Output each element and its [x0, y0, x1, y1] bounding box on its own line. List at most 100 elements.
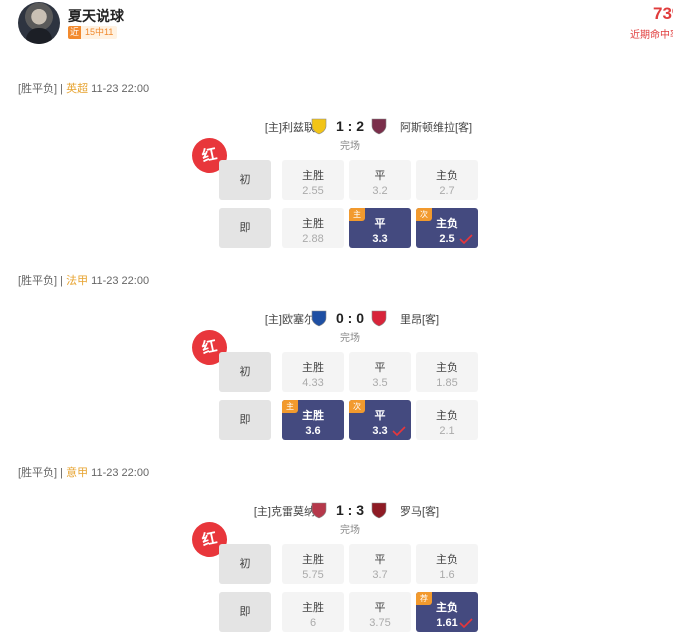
pick-badge: 主: [282, 400, 298, 413]
odds-cell-initial[interactable]: 主负 1.85: [416, 352, 478, 392]
match-header: [胜平负] | 意甲 11-23 22:00: [18, 467, 150, 479]
match-status: 完场: [340, 141, 360, 152]
odds-cell-current[interactable]: 主主胜 3.6: [282, 400, 344, 440]
odds-cell-initial[interactable]: 主负 2.7: [416, 160, 478, 200]
odds-option-label: 主负: [436, 362, 458, 374]
league-name[interactable]: 意甲: [66, 467, 88, 479]
match-card[interactable]: [胜平负] | 英超 11-23 22:00 [主]利兹联 1 : 2 阿斯顿维拉[客…: [0, 80, 673, 272]
odds-option-label: 主胜: [302, 602, 324, 614]
odds-value: 2.55: [302, 185, 324, 197]
row-label-current: 即: [219, 208, 271, 248]
author-name[interactable]: 夏天说球: [68, 6, 124, 26]
row-label-initial: 初: [219, 160, 271, 200]
odds-cell-current[interactable]: 主负 2.1: [416, 400, 478, 440]
odds-option-label: 主胜: [302, 218, 324, 230]
home-team[interactable]: [主]利兹联: [265, 119, 315, 135]
away-team[interactable]: 罗马[客]: [400, 503, 439, 519]
row-label-initial: 初: [219, 544, 271, 584]
bet-type: [胜平负]: [18, 83, 58, 95]
odds-value: 3.7: [372, 569, 388, 581]
odds-cell-initial[interactable]: 主负 1.6: [416, 544, 478, 584]
home-team-logo-icon: [311, 502, 327, 519]
pick-badge: 主: [349, 208, 365, 221]
league-name[interactable]: 英超: [66, 83, 88, 95]
match-status: 完场: [340, 525, 360, 536]
record-value: 15中11: [81, 26, 118, 39]
odds-cell-initial[interactable]: 主胜 4.33: [282, 352, 344, 392]
score: 0 : 0: [335, 310, 364, 326]
odds-value: 5.75: [302, 569, 324, 581]
odds-cell-current[interactable]: 主平 3.3: [349, 208, 411, 248]
away-team-logo-icon: [371, 118, 387, 135]
odds-option-label: 主负: [436, 170, 458, 182]
away-team[interactable]: 里昂[客]: [400, 311, 439, 327]
avatar[interactable]: [18, 2, 60, 44]
odds-option-label: 主胜: [302, 362, 324, 374]
match-card[interactable]: [胜平负] | 法甲 11-23 22:00 [主]欧塞尔 0 : 0 里昂[客] 完场…: [0, 272, 673, 464]
match-time: 11-23 22:00: [91, 275, 150, 287]
odds-value: 1.6: [439, 569, 455, 581]
odds-cell-initial[interactable]: 主胜 2.55: [282, 160, 344, 200]
teams-row: [主]克雷莫纳 1 : 3 罗马[客] 完场: [230, 501, 490, 536]
odds-value: 3.2: [372, 185, 388, 197]
match-time: 11-23 22:00: [91, 83, 150, 95]
home-team-logo-icon: [311, 118, 327, 135]
odds-cell-current[interactable]: 主胜 2.88: [282, 208, 344, 248]
away-team-logo-icon: [371, 310, 387, 327]
odds-value: 6: [309, 617, 317, 629]
home-team[interactable]: [主]克雷莫纳: [254, 503, 315, 519]
pick-badge: 荐: [416, 592, 432, 605]
record-tag-label: 近: [68, 26, 82, 39]
match-status: 完场: [340, 333, 360, 344]
home-team[interactable]: [主]欧塞尔: [265, 311, 315, 327]
match-time: 11-23 22:00: [91, 467, 150, 479]
match-header: [胜平负] | 英超 11-23 22:00: [18, 83, 150, 95]
odds-value: 2.7: [439, 185, 455, 197]
odds-option-label: 平: [374, 362, 386, 374]
odds-value: 1.85: [436, 377, 458, 389]
odds-option-label: 平: [374, 554, 386, 566]
odds-option-label: 主负: [436, 410, 458, 422]
row-label-current: 即: [219, 592, 271, 632]
odds-cell-current[interactable]: 主胜 6: [282, 592, 344, 632]
odds-cell-initial[interactable]: 平 3.2: [349, 160, 411, 200]
row-label-initial: 初: [219, 352, 271, 392]
score: 1 : 3: [335, 502, 364, 518]
record-tag: 近 15中11: [68, 26, 118, 39]
pick-badge: 次: [349, 400, 365, 413]
odds-value: 3.75: [369, 617, 391, 629]
odds-value: 3.5: [372, 377, 388, 389]
match-header: [胜平负] | 法甲 11-23 22:00: [18, 275, 150, 287]
hit-check-icon: [459, 618, 473, 628]
away-team-logo-icon: [371, 502, 387, 519]
bet-type: [胜平负]: [18, 467, 58, 479]
odds-value: 3.3: [372, 233, 388, 245]
bet-type: [胜平负]: [18, 275, 58, 287]
league-name[interactable]: 法甲: [66, 275, 88, 287]
odds-option-label: 平: [374, 602, 386, 614]
odds-cell-current[interactable]: 荐主负 1.61: [416, 592, 478, 632]
odds-cell-initial[interactable]: 平 3.7: [349, 544, 411, 584]
hit-rate-label: 近期命中率: [630, 30, 673, 41]
odds-cell-current[interactable]: 次平 3.3: [349, 400, 411, 440]
match-card[interactable]: [胜平负] | 意甲 11-23 22:00 [主]克雷莫纳 1 : 3 罗马[客] 完…: [0, 464, 673, 641]
odds-cell-initial[interactable]: 平 3.5: [349, 352, 411, 392]
home-team-logo-icon: [311, 310, 327, 327]
odds-option-label: 主负: [436, 554, 458, 566]
odds-value: 4.33: [302, 377, 324, 389]
odds-cell-initial[interactable]: 主胜 5.75: [282, 544, 344, 584]
odds-cell-current[interactable]: 平 3.75: [349, 592, 411, 632]
odds-option-label: 主胜: [302, 170, 324, 182]
odds-cell-current[interactable]: 次主负 2.5: [416, 208, 478, 248]
odds-value: 2.88: [302, 233, 324, 245]
teams-row: [主]利兹联 1 : 2 阿斯顿维拉[客] 完场: [230, 117, 490, 152]
score: 1 : 2: [335, 118, 364, 134]
hit-rate: 73%: [653, 4, 673, 23]
away-team[interactable]: 阿斯顿维拉[客]: [400, 119, 472, 135]
odds-option-label: 平: [374, 170, 386, 182]
odds-value: 3.6: [305, 425, 321, 437]
pick-badge: 次: [416, 208, 432, 221]
teams-row: [主]欧塞尔 0 : 0 里昂[客] 完场: [230, 309, 490, 344]
odds-value: 2.1: [439, 425, 455, 437]
hit-check-icon: [392, 426, 406, 436]
